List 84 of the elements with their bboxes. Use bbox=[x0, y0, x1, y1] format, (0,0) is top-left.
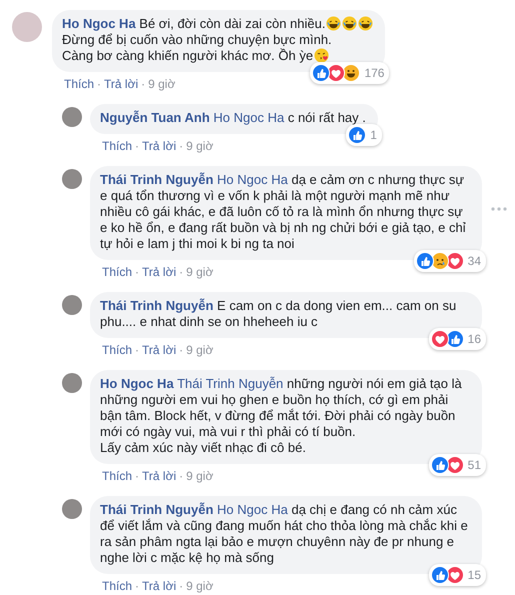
like-reaction-icon bbox=[348, 126, 366, 144]
reply-link[interactable]: Trả lời bbox=[142, 342, 176, 358]
timestamp: 9 giờ bbox=[186, 342, 214, 358]
separator-dot: · bbox=[135, 342, 140, 358]
avatar[interactable] bbox=[62, 373, 82, 393]
timestamp: 9 giờ bbox=[186, 138, 214, 154]
avatar[interactable] bbox=[62, 295, 82, 315]
comment-text: Thái Trinh Nguyễn E cam on c da dong vien em... cam on su phu.... e nhat dinh se on hheheeh iu c bbox=[100, 298, 458, 330]
reaction-summary[interactable]: 51 bbox=[428, 454, 486, 476]
more-options-icon[interactable] bbox=[490, 206, 508, 212]
author-link[interactable]: Thái Trinh Nguyễn bbox=[100, 502, 214, 517]
mention-link[interactable]: Ho Ngoc Ha bbox=[217, 172, 288, 187]
separator-dot: · bbox=[179, 264, 184, 280]
mention-link[interactable]: Thái Trinh Nguyễn bbox=[177, 376, 284, 391]
timestamp: 9 giờ bbox=[186, 578, 214, 594]
comment-text: Thái Trinh Nguyễn Ho Ngoc Ha dạ e cảm ơn c nhưng thực sự e quá tổn thương vì e vốn k phải là một người mạnh mẽ như nhiều cô gái khác, e đã luôn cố tỏ ra là mình ổn nhưng thực sự e ko hề ổn, e đang rất buồn và bị nh ng chửi bới e giả tạo, e chỉ tự hỏi e lam j thi moi k bi ng ta noi bbox=[100, 172, 467, 252]
like-link[interactable]: Thích bbox=[102, 342, 132, 358]
reply-link[interactable]: Trả lời bbox=[104, 76, 138, 92]
reaction-count: 1 bbox=[369, 127, 377, 143]
reaction-count: 176 bbox=[363, 65, 384, 81]
separator-dot: · bbox=[97, 76, 102, 92]
separator-dot: · bbox=[135, 138, 140, 154]
author-link[interactable]: Ho Ngoc Ha bbox=[100, 376, 174, 391]
like-link[interactable]: Thích bbox=[64, 76, 94, 92]
reply-link[interactable]: Trả lời bbox=[142, 264, 176, 280]
laughing-emoji-icon bbox=[358, 16, 374, 31]
separator-dot: · bbox=[135, 578, 140, 594]
comment-text: Ho Ngoc Ha Bé ơi, đời còn dài zai còn nhiều. bbox=[62, 16, 374, 32]
comment-text: Thái Trinh Nguyễn Ho Ngoc Ha dạ chị e đang có nh cảm xúc để viết lắm và cũng đang muốn hát cho thỏa lòng mà chắc khi e ra sản phâm ngta lại bảo e mượn chuyênn này đe pr nhung e nghe lời c mặc kệ họ mà sống bbox=[100, 502, 469, 566]
comment-text: Đừng để bị cuốn vào những chuyện bực mình. bbox=[62, 32, 333, 48]
heart-reaction-icon bbox=[327, 64, 346, 82]
comment-text: Nguyễn Tuan Anh Ho Ngoc Ha c nói rất hay . bbox=[100, 110, 366, 126]
reaction-count: 15 bbox=[466, 567, 481, 583]
like-reaction-icon bbox=[430, 566, 449, 584]
like-link[interactable]: Thích bbox=[102, 138, 132, 154]
heart-reaction-icon bbox=[446, 252, 464, 270]
avatar[interactable] bbox=[62, 169, 82, 189]
heart-reaction-icon bbox=[446, 456, 464, 474]
separator-dot: · bbox=[179, 342, 184, 358]
reply-link[interactable]: Trả lời bbox=[142, 468, 176, 484]
like-link[interactable]: Thích bbox=[102, 578, 132, 594]
avatar[interactable] bbox=[62, 107, 82, 127]
author-link[interactable]: Nguyễn Tuan Anh bbox=[100, 110, 210, 125]
reaction-summary[interactable]: 34 bbox=[414, 250, 486, 272]
like-link[interactable]: Thích bbox=[102, 468, 132, 484]
like-reaction-icon bbox=[312, 64, 330, 82]
avatar[interactable] bbox=[62, 499, 82, 519]
timestamp: 9 giờ bbox=[186, 468, 214, 484]
reaction-summary[interactable]: 16 bbox=[428, 328, 486, 350]
reply-link[interactable]: Trả lời bbox=[142, 138, 176, 154]
reaction-count: 51 bbox=[466, 457, 481, 473]
comment-text: Ho Ngoc Ha Thái Trinh Nguyễn những người nói em giả tạo là những người em vui họ ghen e buồn họ thích, cớ gì em phải bận tâm. Block hết, v đừng để mắt tới. Đời phải có ngày buồn mới có ngày vui, mà vui r thì phải có tí buồn. bbox=[100, 376, 463, 440]
comment-text: Lấy cảm xúc này viết nhạc đi cô bé. bbox=[100, 440, 307, 456]
comment-text: Càng bơ càng khiến người khác mơ. Ồh ỳe bbox=[62, 48, 374, 64]
separator-dot: · bbox=[135, 468, 140, 484]
laughing-reaction-icon bbox=[342, 64, 360, 82]
author-link[interactable]: Thái Trinh Nguyễn bbox=[100, 172, 214, 187]
laughing-emoji-icon bbox=[326, 16, 342, 31]
heart-reaction-icon bbox=[430, 330, 449, 348]
separator-dot: · bbox=[179, 578, 184, 594]
timestamp: 9 giờ bbox=[148, 76, 176, 92]
sad-reaction-icon bbox=[430, 252, 449, 270]
like-reaction-icon bbox=[446, 330, 464, 348]
reaction-summary[interactable]: 15 bbox=[428, 564, 486, 586]
author-link[interactable]: Ho Ngoc Ha bbox=[62, 16, 136, 31]
timestamp: 9 giờ bbox=[186, 264, 214, 280]
reaction-count: 34 bbox=[466, 253, 481, 269]
mention-link[interactable]: Ho Ngoc Ha bbox=[217, 502, 288, 517]
author-link[interactable]: Thái Trinh Nguyễn bbox=[100, 298, 214, 313]
separator-dot: · bbox=[179, 138, 184, 154]
separator-dot: · bbox=[135, 264, 140, 280]
like-reaction-icon bbox=[416, 252, 434, 270]
kissing-emoji-icon bbox=[314, 48, 330, 63]
like-link[interactable]: Thích bbox=[102, 264, 132, 280]
reaction-summary[interactable]: 176 bbox=[310, 62, 390, 84]
reply-link[interactable]: Trả lời bbox=[142, 578, 176, 594]
reaction-count: 16 bbox=[466, 331, 481, 347]
heart-reaction-icon bbox=[446, 566, 464, 584]
reaction-summary[interactable]: 1 bbox=[346, 124, 382, 146]
like-reaction-icon bbox=[430, 456, 449, 474]
laughing-emoji-icon bbox=[342, 16, 358, 31]
mention-link[interactable]: Ho Ngoc Ha bbox=[213, 110, 284, 125]
separator-dot: · bbox=[179, 468, 184, 484]
separator-dot: · bbox=[141, 76, 146, 92]
